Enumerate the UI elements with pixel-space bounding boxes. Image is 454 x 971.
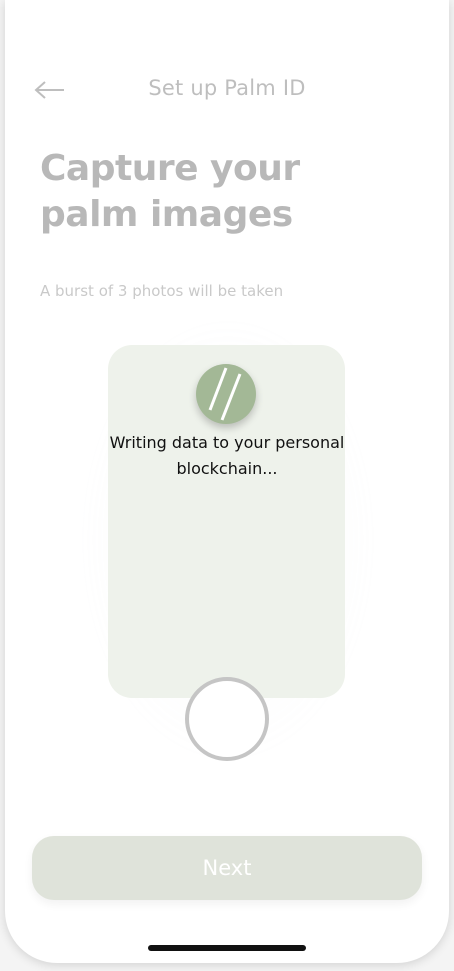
shutter-button[interactable]	[185, 677, 269, 761]
headline: Capture your palm images	[40, 148, 300, 235]
slash-lines-icon	[208, 367, 242, 421]
phone-screen: Set up Palm ID Capture your palm images …	[5, 0, 449, 963]
loading-message: Writing data to your personal blockchain…	[109, 433, 345, 478]
header: Set up Palm ID	[5, 72, 449, 108]
subtitle: A burst of 3 photos will be taken	[40, 282, 284, 300]
page-title: Set up Palm ID	[148, 76, 306, 100]
loading-indicator	[196, 364, 256, 424]
next-button[interactable]: Next	[32, 836, 422, 900]
next-button-label: Next	[202, 856, 252, 880]
home-indicator	[148, 945, 306, 951]
